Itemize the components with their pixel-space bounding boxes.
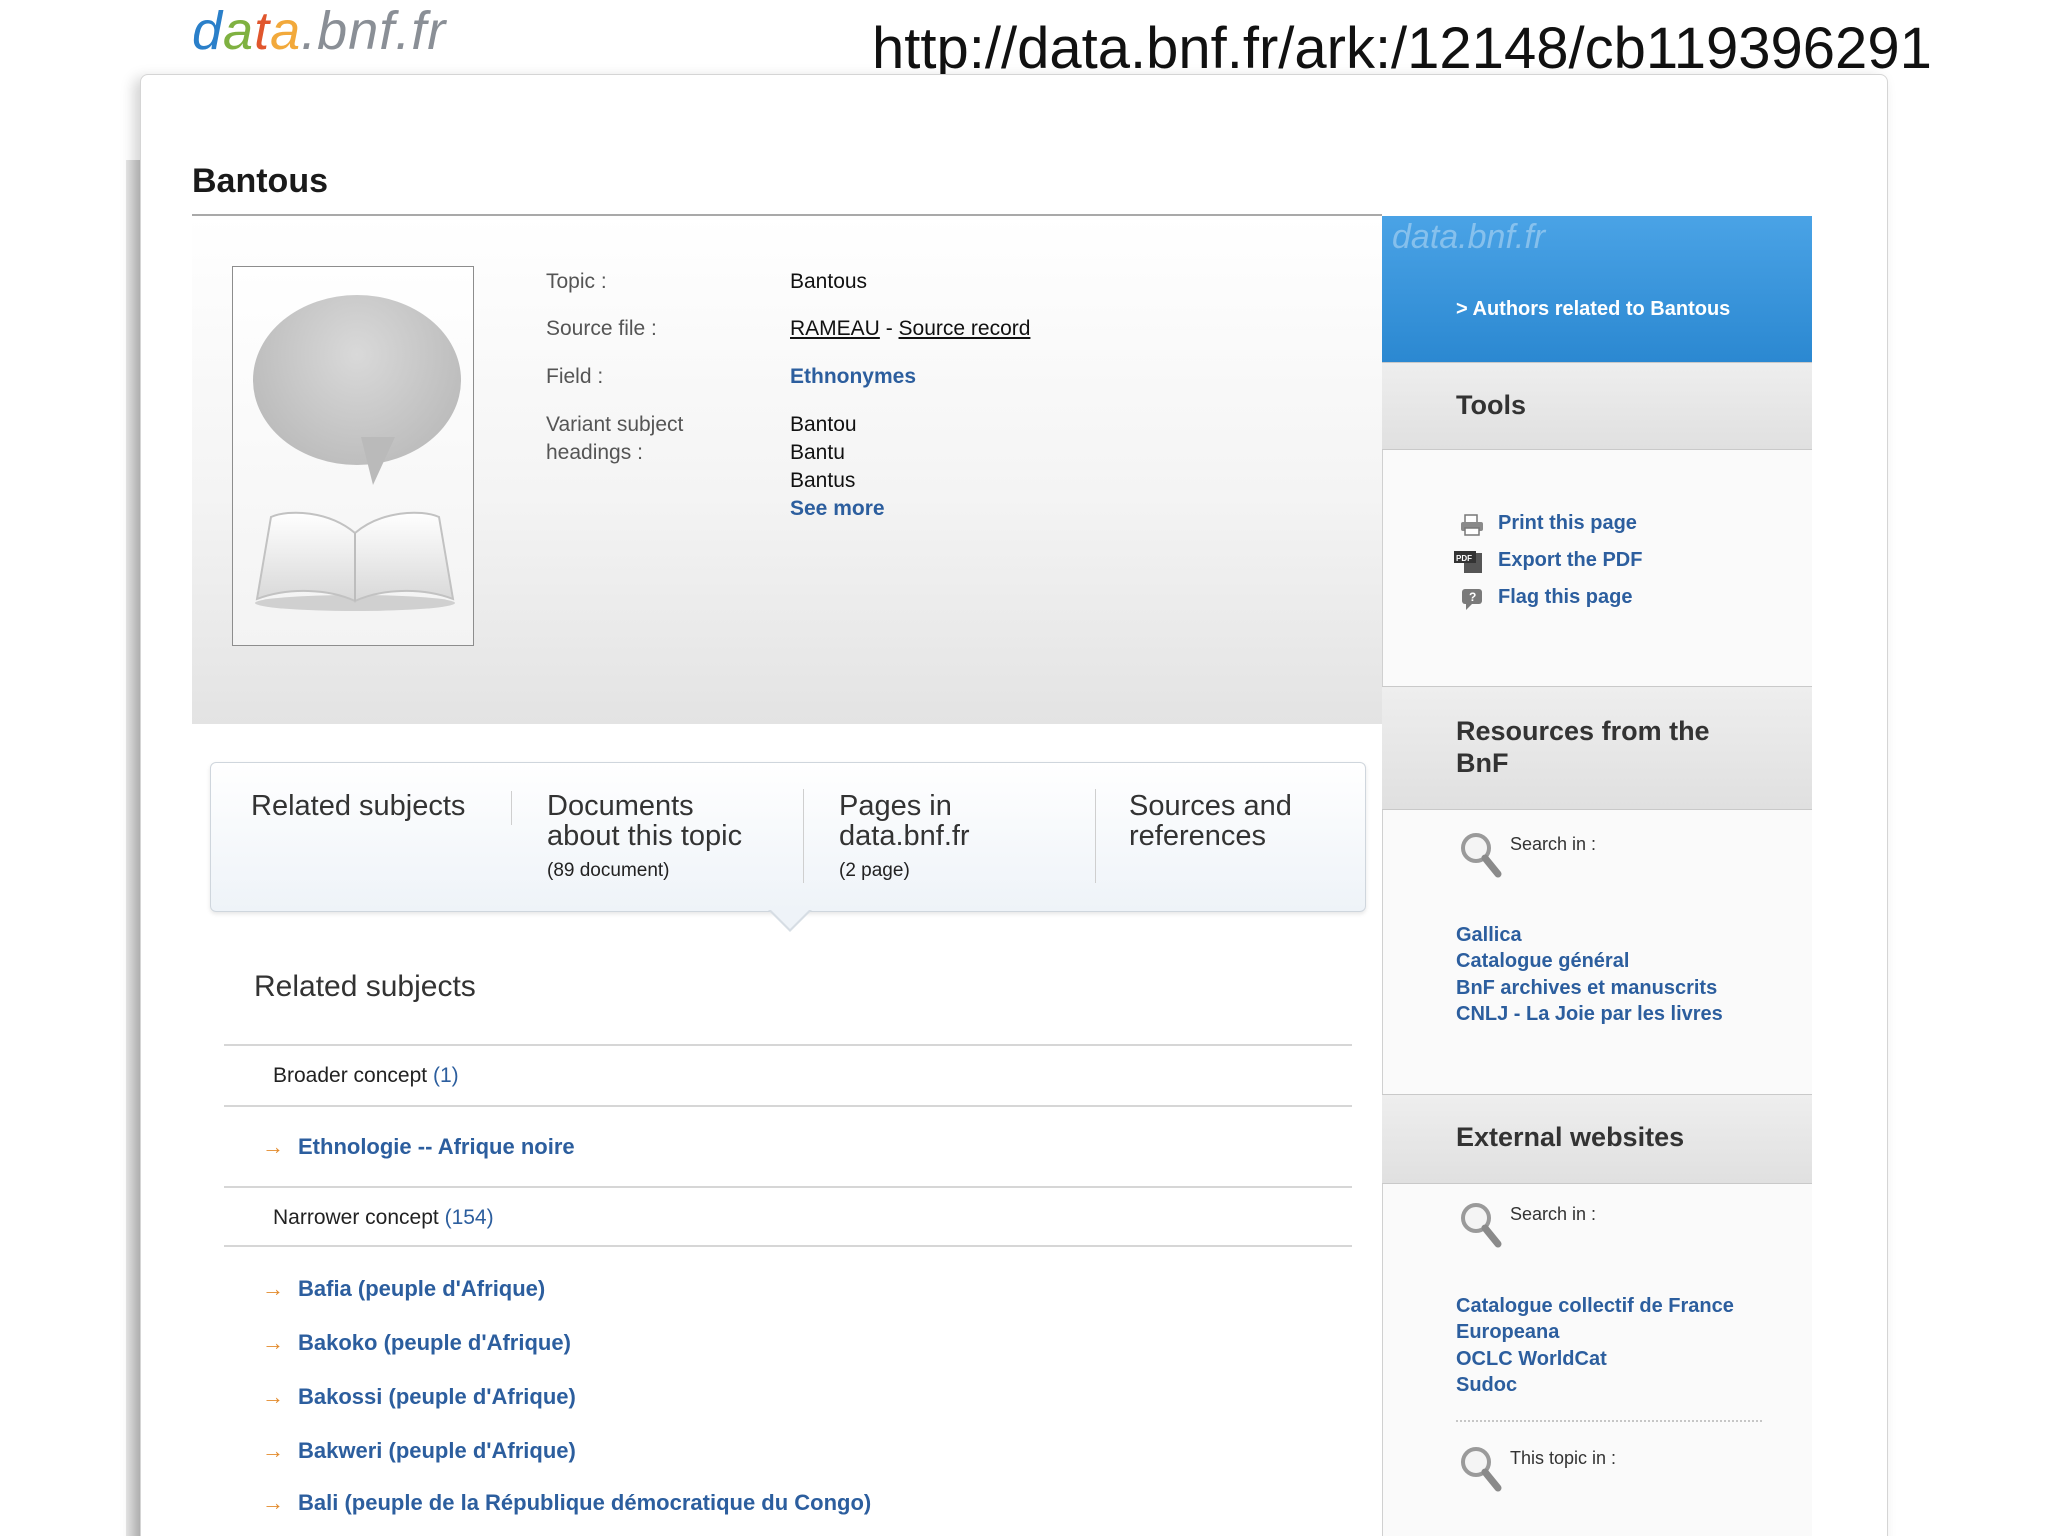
speech-bubble-icon — [253, 295, 461, 465]
field-label: Field : — [546, 365, 604, 388]
tab-related-subjects[interactable]: Related subjects — [251, 791, 465, 821]
see-more-link[interactable]: See more — [790, 495, 885, 523]
tab-bar: Related subjects Documents about this to… — [210, 762, 1366, 912]
source-file-value: RAMEAU - Source record — [790, 317, 1031, 340]
svg-text:PDF: PDF — [1456, 554, 1472, 563]
list-item[interactable]: → Ethnologie -- Afrique noire — [262, 1134, 575, 1160]
variant-label: Variant subject headings : — [546, 413, 684, 464]
tab-separator — [803, 789, 804, 883]
divider — [224, 1044, 1352, 1046]
cnlj-link[interactable]: CNLJ - La Joie par les livres — [1456, 1001, 1723, 1027]
list-item[interactable]: → Bakweri (peuple d'Afrique) — [262, 1438, 576, 1464]
print-icon — [1461, 514, 1483, 536]
rameau-link[interactable]: RAMEAU — [790, 317, 880, 340]
page: data.bnf.fr http://data.bnf.fr/ark:/1214… — [0, 0, 2048, 1536]
speech-bubble-tail — [361, 437, 395, 485]
tab-pages[interactable]: Pages in data.bnf.fr (2 page) — [839, 791, 970, 885]
arrow-right-icon: → — [262, 1276, 284, 1301]
field-value-link[interactable]: Ethnonymes — [790, 363, 916, 391]
tools-heading: Tools — [1456, 390, 1526, 420]
search-icon — [1461, 1447, 1502, 1492]
pdf-icon: PDF — [1454, 551, 1482, 573]
list-item[interactable]: → Bakossi (peuple d'Afrique) — [262, 1384, 576, 1410]
sidebar-logo: data.bnf.fr — [1392, 218, 1546, 256]
page-title: Bantous — [192, 162, 328, 200]
search-icon — [1461, 1203, 1502, 1248]
catalogue-general-link[interactable]: Catalogue général — [1456, 948, 1629, 974]
gallica-link[interactable]: Gallica — [1456, 922, 1522, 948]
flag-icon: ? — [1462, 589, 1482, 610]
variant-item: Bantu — [790, 441, 845, 464]
svg-text:?: ? — [1469, 590, 1476, 604]
sudoc-link[interactable]: Sudoc — [1456, 1372, 1517, 1398]
tools-header: Tools — [1382, 362, 1812, 450]
arrow-right-icon: → — [262, 1438, 284, 1463]
tab-separator — [511, 791, 512, 825]
divider — [224, 1245, 1352, 1247]
arrow-right-icon: → — [262, 1134, 284, 1159]
variant-item: Bantus — [790, 469, 856, 492]
topic-label: Topic : — [546, 270, 607, 293]
source-file-label: Source file : — [546, 317, 657, 340]
tab-sources[interactable]: Sources and references — [1129, 791, 1292, 851]
search-icon — [1461, 833, 1502, 878]
authors-box: data.bnf.fr > Authors related to Bantous — [1382, 216, 1812, 362]
variant-list: Bantou Bantu Bantus See more — [790, 411, 885, 523]
narrower-concept-header: Narrower concept (154) — [273, 1206, 494, 1229]
tab-documents[interactable]: Documents about this topic (89 document) — [547, 791, 742, 885]
list-item[interactable]: → Bakoko (peuple d'Afrique) — [262, 1330, 571, 1356]
bnf-archives-link[interactable]: BnF archives et manuscrits — [1456, 975, 1717, 1001]
section-heading: Related subjects — [254, 970, 476, 1003]
open-book-icon — [255, 511, 455, 611]
active-tab-pointer-fill — [770, 909, 810, 929]
list-item[interactable]: → Bafia (peuple d'Afrique) — [262, 1276, 545, 1302]
resources-heading: Resources from the BnF — [1456, 716, 1710, 778]
arrow-right-icon: → — [262, 1490, 284, 1515]
dotted-divider — [1456, 1420, 1762, 1422]
list-item[interactable]: → Bali (peuple de la République démocrati… — [262, 1490, 871, 1516]
broader-concept-header: Broader concept (1) — [273, 1064, 459, 1087]
tab-separator — [1095, 789, 1096, 883]
worldcat-link[interactable]: OCLC WorldCat — [1456, 1346, 1607, 1372]
authors-related-link[interactable]: > Authors related to Bantous — [1456, 298, 1730, 321]
divider — [224, 1105, 1352, 1107]
external-header: External websites — [1382, 1094, 1812, 1184]
resources-header: Resources from the BnF — [1382, 686, 1812, 810]
divider — [224, 1186, 1352, 1188]
data-bnf-logo[interactable]: data.bnf.fr — [192, 0, 446, 62]
source-record-link[interactable]: Source record — [899, 317, 1031, 340]
external-heading: External websites — [1456, 1122, 1685, 1152]
topic-value: Bantous — [790, 270, 868, 293]
arrow-right-icon: → — [262, 1330, 284, 1355]
catalogue-collectif-link[interactable]: Catalogue collectif de France — [1456, 1293, 1734, 1319]
arrow-right-icon: → — [262, 1384, 284, 1409]
variant-item: Bantou — [790, 413, 857, 436]
topic-thumbnail — [232, 266, 474, 646]
europeana-link[interactable]: Europeana — [1456, 1319, 1559, 1345]
